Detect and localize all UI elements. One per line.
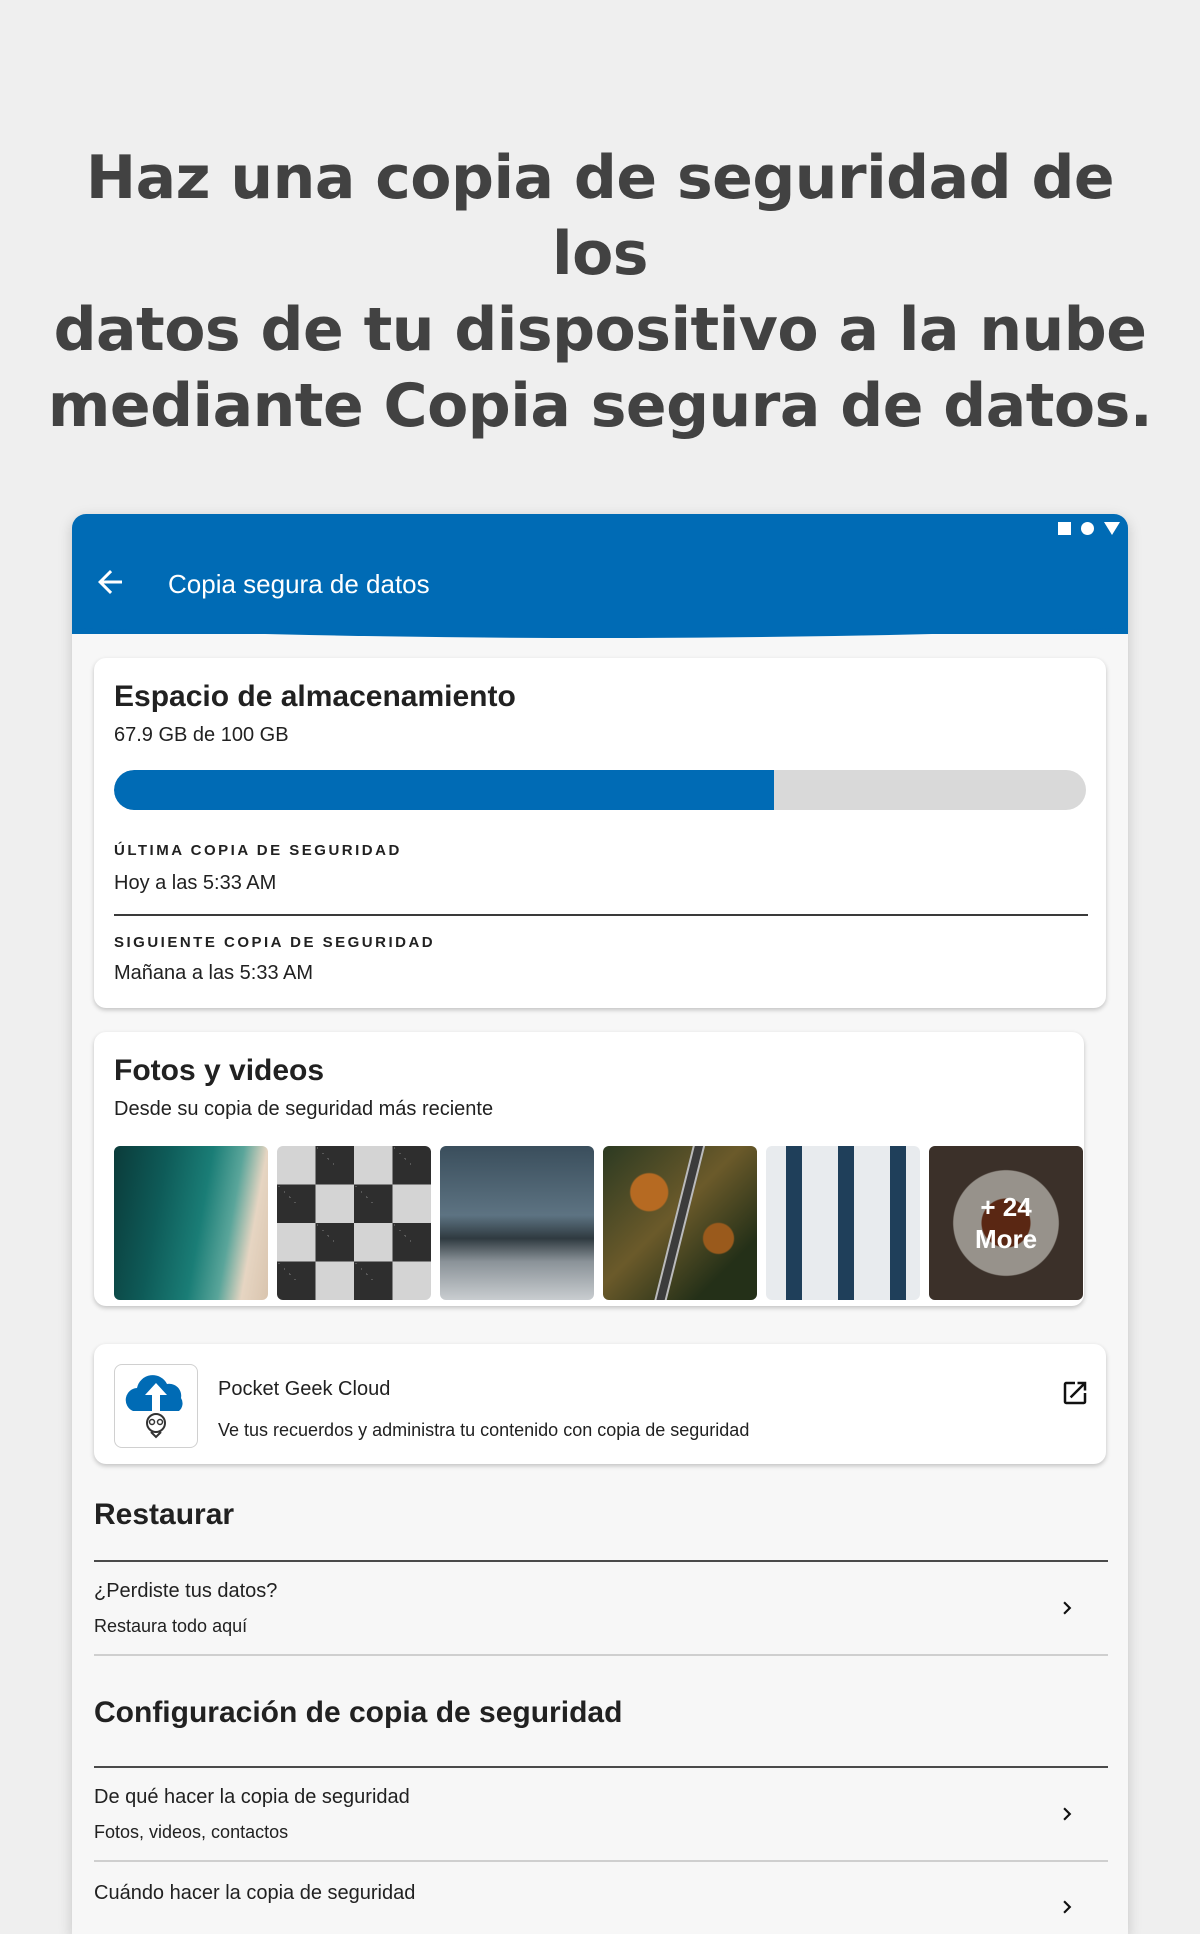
photos-title: Fotos y videos (114, 1054, 325, 1087)
last-backup-value: Hoy a las 5:33 AM (114, 872, 277, 894)
more-label: More (974, 1224, 1038, 1254)
more-photos-overlay: + 24 More (929, 1146, 1083, 1300)
restore-item-subtitle: Restaura todo aquí (94, 1616, 248, 1636)
restore-item-title: ¿Perdiste tus datos? (94, 1580, 278, 1602)
cloud-title: Pocket Geek Cloud (218, 1378, 391, 1400)
storage-card: Espacio de almacenamiento 67.9 GB de 100… (94, 658, 1106, 1008)
settings-item-divider (94, 1860, 1108, 1862)
next-backup-label: SIGUIENTE COPIA DE SEGURIDAD (114, 934, 436, 951)
circle-icon (1081, 522, 1094, 535)
cloud-upload-icon (114, 1364, 198, 1448)
settings-item-title: Cuándo hacer la copia de seguridad (94, 1882, 416, 1904)
settings-divider (94, 1766, 1108, 1768)
photo-thumbnail-more[interactable]: + 24 More (929, 1146, 1083, 1300)
promo-line-1: Haz una copia de seguridad de los (85, 143, 1115, 289)
square-icon (1058, 522, 1071, 535)
settings-item-title: De qué hacer la copia de seguridad (94, 1786, 410, 1808)
open-external-icon[interactable] (1060, 1378, 1090, 1408)
photo-thumbnail-checkerboard[interactable] (277, 1146, 431, 1300)
photo-thumbnail-ocean[interactable] (114, 1146, 268, 1300)
settings-heading: Configuración de copia de seguridad (94, 1696, 623, 1729)
photos-card[interactable]: Fotos y videos Desde su copia de segurid… (94, 1032, 1084, 1306)
app-bar: Copia segura de datos (72, 514, 1128, 634)
chevron-right-icon[interactable] (1054, 1595, 1080, 1621)
promo-line-3: mediante Copia segura de datos. (47, 371, 1153, 441)
storage-progress-fill (114, 770, 774, 810)
storage-usage: 67.9 GB de 100 GB (114, 724, 289, 746)
status-bar (1058, 522, 1120, 535)
settings-item-subtitle: Fotos, videos, contactos (94, 1822, 289, 1842)
triangle-icon (1104, 522, 1120, 535)
restore-heading: Restaurar (94, 1498, 235, 1531)
divider (114, 914, 1088, 916)
photos-subtitle: Desde su copia de seguridad más reciente (114, 1098, 494, 1120)
storage-title: Espacio de almacenamiento (114, 680, 516, 713)
arrow-left-icon[interactable] (92, 564, 128, 600)
promo-line-2: datos de tu dispositivo a la nube (53, 295, 1147, 365)
photo-thumbnail-forest-road[interactable] (603, 1146, 757, 1300)
restore-item-divider (94, 1654, 1108, 1656)
chevron-right-icon[interactable] (1054, 1894, 1080, 1920)
photo-thumbnails: + 24 More (114, 1146, 1083, 1300)
restore-divider (94, 1560, 1108, 1562)
cloud-subtitle: Ve tus recuerdos y administra tu conteni… (218, 1420, 750, 1440)
photo-thumbnail-winter-forest[interactable] (440, 1146, 594, 1300)
cloud-card[interactable]: Pocket Geek Cloud Ve tus recuerdos y adm… (94, 1344, 1106, 1464)
next-backup-value: Mañana a las 5:33 AM (114, 962, 314, 984)
last-backup-label: ÚLTIMA COPIA DE SEGURIDAD (114, 842, 402, 859)
device-screen: Copia segura de datos Espacio de almacen… (72, 514, 1128, 1934)
app-bar-curve (72, 618, 1128, 638)
storage-progress-bar (114, 770, 1086, 810)
app-bar-title: Copia segura de datos (168, 569, 430, 599)
promo-headline: Haz una copia de seguridad de los datos … (40, 140, 1160, 444)
photo-thumbnail-building[interactable] (766, 1146, 920, 1300)
chevron-right-icon[interactable] (1054, 1801, 1080, 1827)
more-count: + 24 (980, 1192, 1032, 1222)
